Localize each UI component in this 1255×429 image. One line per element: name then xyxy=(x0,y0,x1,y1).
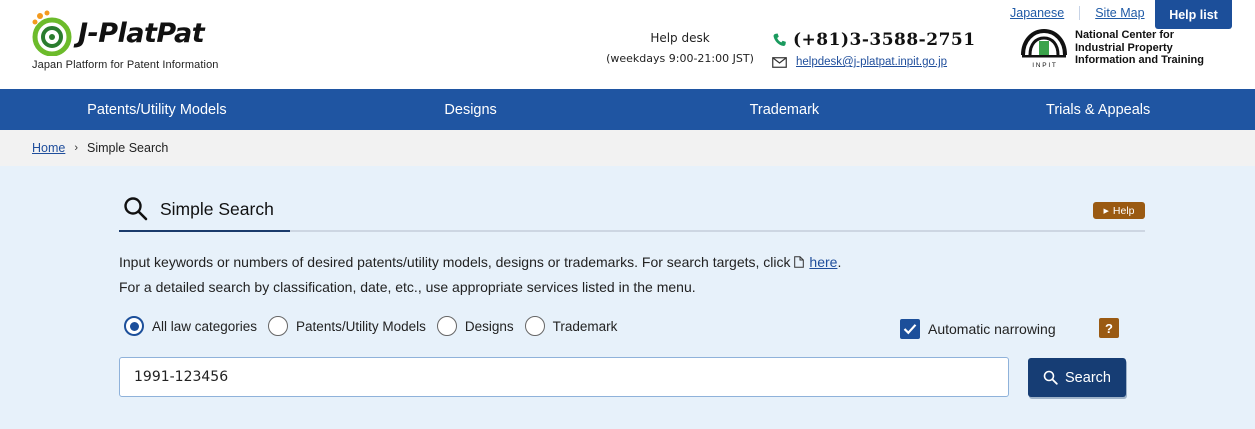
inpit-name: National Center for Industrial Property … xyxy=(1075,29,1204,67)
description-line-1: Input keywords or numbers of desired pat… xyxy=(119,250,841,275)
description-line-1-end: . xyxy=(837,254,842,270)
radio-all-law-categories[interactable]: All law categories xyxy=(124,316,257,336)
simple-search-panel: Simple Search ▶ Help Input keywords or n… xyxy=(0,166,1255,429)
breadcrumb: Home › Simple Search xyxy=(0,130,1255,166)
law-category-radios: All law categories Patents/Utility Model… xyxy=(124,316,628,336)
radio-button-checked[interactable] xyxy=(124,316,144,336)
description-line-2: For a detailed search by classification,… xyxy=(119,279,696,295)
radio-label: Trademark xyxy=(552,318,618,334)
inpit-name-line2: Industrial Property xyxy=(1075,41,1173,54)
japanese-link[interactable]: Japanese xyxy=(995,6,1079,20)
inpit-name-line3: Information and Training xyxy=(1075,54,1204,66)
search-button-label: Search xyxy=(1065,369,1111,386)
page-title: Simple Search xyxy=(160,199,274,219)
phone-row: (+81)3-3588-2751 xyxy=(772,30,976,50)
mail-icon xyxy=(772,56,787,68)
radio-button[interactable] xyxy=(268,316,289,336)
logo-subtitle: Japan Platform for Patent Information xyxy=(32,59,219,71)
document-icon xyxy=(794,256,805,268)
radio-designs[interactable]: Designs xyxy=(436,316,514,336)
radio-label: Patents/Utility Models xyxy=(296,318,426,334)
title-underline xyxy=(119,230,290,232)
jplatpat-logo[interactable]: J-PlatPat Japan Platform for Patent Info… xyxy=(30,10,230,75)
contact-info: (+81)3-3588-2751 helpdesk@j-platpat.inpi… xyxy=(772,30,976,68)
site-map-link[interactable]: Site Map xyxy=(1079,6,1159,20)
nav-item-designs[interactable]: Designs xyxy=(314,89,628,130)
automatic-narrowing-label: Automatic narrowing xyxy=(928,321,1056,337)
section-header: Simple Search ▶ Help xyxy=(119,194,1145,232)
inpit-logo-block[interactable]: I N P I T National Center for Industrial… xyxy=(1019,27,1229,72)
site-header: J-PlatPat Japan Platform for Patent Info… xyxy=(0,0,1255,89)
top-links: Japanese Site Map xyxy=(995,0,1160,26)
inpit-name-line1: National Center for xyxy=(1075,29,1175,41)
breadcrumb-home-link[interactable]: Home xyxy=(32,141,65,155)
inpit-abbr: I N P I T xyxy=(1032,62,1056,69)
search-button[interactable]: Search xyxy=(1028,358,1126,397)
nav-item-trademark[interactable]: Trademark xyxy=(628,89,942,130)
breadcrumb-current: Simple Search xyxy=(87,141,169,155)
helpdesk-hours: (weekdays 9:00-21:00 JST) xyxy=(606,52,754,65)
search-icon xyxy=(124,197,148,221)
mail-row: helpdesk@j-platpat.inpit.go.jp xyxy=(772,56,976,68)
help-button[interactable]: ▶ Help xyxy=(1093,202,1145,219)
radio-label: All law categories xyxy=(152,318,258,334)
nav-item-patents[interactable]: Patents/Utility Models xyxy=(0,89,314,130)
search-input[interactable] xyxy=(119,357,1009,397)
inpit-logo-icon: I N P I T xyxy=(1021,28,1067,69)
help-button-label: Help xyxy=(1112,204,1135,217)
phone-icon xyxy=(773,33,786,46)
helpdesk-info: Help desk (weekdays 9:00-21:00 JST) xyxy=(600,31,760,65)
radio-button[interactable] xyxy=(524,316,545,336)
automatic-narrowing-help-button[interactable]: ? xyxy=(1099,318,1119,338)
radio-label: Designs xyxy=(464,318,514,334)
description-line-1-text: Input keywords or numbers of desired pat… xyxy=(119,254,795,270)
description: Input keywords or numbers of desired pat… xyxy=(119,250,841,300)
search-icon xyxy=(1043,370,1058,385)
radio-patents-utility-models[interactable]: Patents/Utility Models xyxy=(268,316,426,336)
logo-text: J-PlatPat xyxy=(78,18,205,49)
logo-mark-icon xyxy=(32,10,72,56)
help-list-button[interactable]: Help list xyxy=(1155,0,1232,29)
radio-button[interactable] xyxy=(436,316,457,336)
nav-item-trials-appeals[interactable]: Trials & Appeals xyxy=(941,89,1255,130)
search-targets-link[interactable]: here xyxy=(809,254,837,270)
helpdesk-phone: (+81)3-3588-2751 xyxy=(793,30,976,50)
radio-trademark[interactable]: Trademark xyxy=(524,316,618,336)
main-nav: Patents/Utility Models Designs Trademark… xyxy=(0,89,1255,130)
play-triangle-icon: ▶ xyxy=(1103,207,1109,215)
automatic-narrowing-checkbox[interactable] xyxy=(900,319,920,339)
checkmark-icon xyxy=(903,324,917,335)
automatic-narrowing-option[interactable]: Automatic narrowing xyxy=(900,319,1056,339)
helpdesk-title: Help desk xyxy=(650,31,710,45)
breadcrumb-separator-icon: › xyxy=(74,142,79,154)
helpdesk-email-link[interactable]: helpdesk@j-platpat.inpit.go.jp xyxy=(796,56,947,68)
